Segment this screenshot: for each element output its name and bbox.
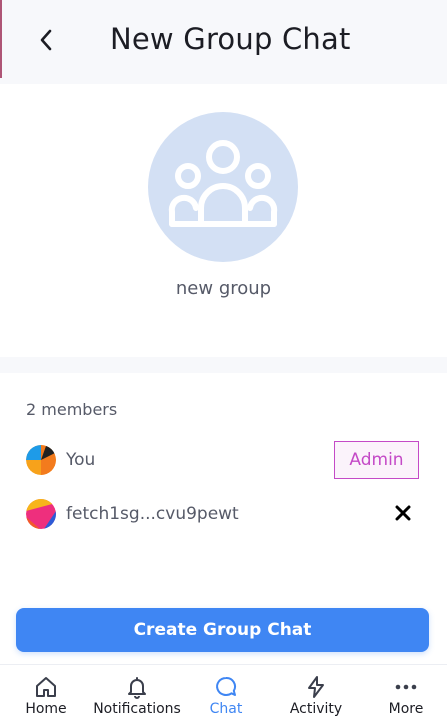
bottom-nav: Home Notifications Chat Activity More [0, 664, 447, 727]
home-icon [33, 674, 59, 700]
page-title: New Group Chat [110, 22, 351, 56]
nav-item-activity[interactable]: Activity [284, 665, 348, 727]
lightning-icon [303, 674, 329, 700]
members-count: 2 members [26, 400, 118, 419]
nav-label: Home [25, 701, 67, 717]
nav-item-chat[interactable]: Chat [202, 665, 250, 727]
member-name: You [66, 450, 96, 470]
member-row: You Admin [0, 441, 447, 481]
avatar [26, 499, 56, 529]
group-info-card: new group [0, 84, 447, 356]
nav-item-more[interactable]: More [382, 665, 430, 727]
nav-label: Activity [289, 701, 343, 717]
nav-label: More [388, 701, 424, 717]
nav-label: Notifications [93, 701, 181, 717]
header: New Group Chat [0, 0, 447, 84]
section-divider [0, 357, 447, 373]
chat-icon [213, 674, 239, 700]
avatar [26, 445, 56, 475]
nav-item-notifications[interactable]: Notifications [92, 665, 182, 727]
member-name: fetch1sg...cvu9pewt [66, 504, 239, 524]
bell-icon [124, 674, 150, 700]
member-row: fetch1sg...cvu9pewt [0, 495, 447, 535]
nav-label: Chat [209, 701, 243, 717]
group-name[interactable]: new group [0, 278, 447, 299]
chevron-left-icon [37, 28, 55, 57]
back-button[interactable] [31, 27, 61, 57]
window-edge-accent [0, 0, 2, 78]
remove-member-button[interactable] [390, 502, 416, 528]
admin-badge: Admin [334, 441, 419, 479]
app-screen: New Group Chat new group 2 members You A… [0, 0, 447, 727]
group-avatar[interactable] [148, 112, 298, 262]
nav-item-home[interactable]: Home [20, 665, 72, 727]
more-icon [393, 674, 419, 700]
create-group-chat-button[interactable]: Create Group Chat [16, 608, 429, 652]
close-icon [395, 505, 411, 526]
